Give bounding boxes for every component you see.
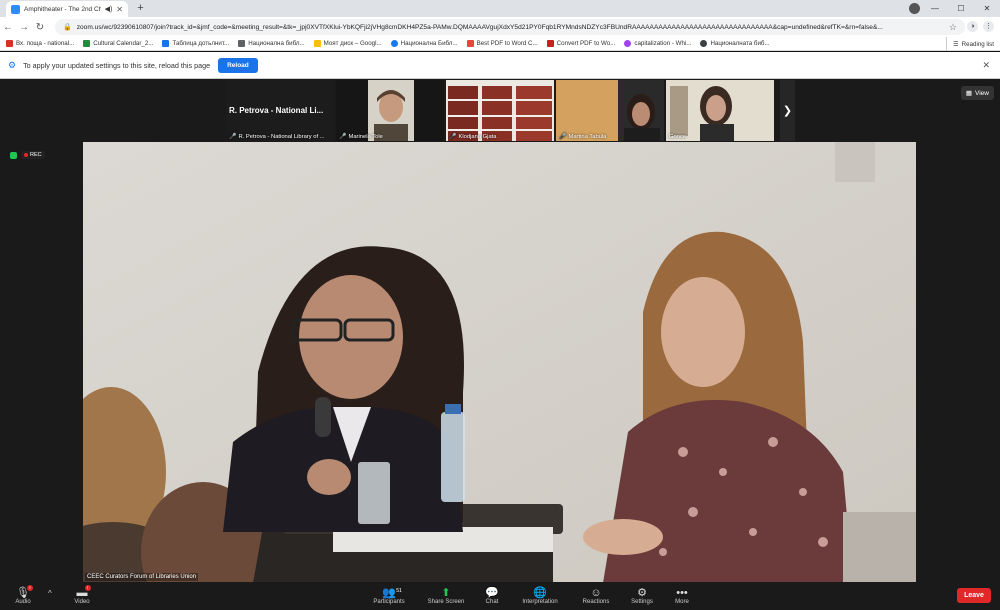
muted-mic-icon: 🎤: [559, 134, 567, 140]
grid-icon: ▦: [965, 90, 973, 97]
next-page-chevron-icon[interactable]: ❯: [780, 80, 795, 141]
audio-button[interactable]: 🎙! Audio: [10, 582, 36, 610]
new-tab-button[interactable]: +: [134, 2, 147, 15]
video-button[interactable]: ▬! Video: [68, 582, 96, 610]
leave-button[interactable]: Leave: [957, 588, 991, 603]
reload-icon[interactable]: ↻: [32, 22, 48, 33]
adobe-icon: [546, 40, 554, 47]
tab-close-icon[interactable]: ✕: [116, 5, 123, 14]
menu-dots-icon[interactable]: ⋮: [983, 21, 994, 32]
audio-options-chevron-icon[interactable]: ^: [48, 589, 52, 598]
share-screen-button[interactable]: ⬆ Share Screen: [424, 582, 468, 610]
more-dots-icon: •••: [676, 587, 688, 599]
participant-thumbnail[interactable]: 🎤 Klodjana Gjata: [446, 80, 554, 141]
bookmark-item[interactable]: Националната биб...: [700, 40, 770, 47]
participant-thumbnail[interactable]: 🎤 Martina Tabula: [556, 80, 664, 141]
bookmarks-bar: Вх. поща - national... Cultural Calendar…: [0, 37, 1000, 51]
browser-window: Amphitheater - The 2nd Cha ◀) ✕ + — ☐ ✕ …: [0, 0, 1000, 610]
bookmark-item[interactable]: Cultural Calendar_2...: [83, 40, 153, 47]
back-icon[interactable]: ←: [0, 22, 16, 33]
minimize-icon[interactable]: —: [922, 0, 948, 17]
dictionary-icon: [624, 40, 632, 47]
participant-thumbnail-strip: R. Petrova - National Li... 🎤 R. Petrova …: [226, 80, 774, 141]
bookmark-item[interactable]: capitalization - Whi...: [624, 40, 691, 47]
bookmark-item[interactable]: Моят диск – Googl...: [313, 40, 382, 47]
encryption-shield-icon[interactable]: [10, 151, 17, 159]
bookmark-item[interactable]: Best PDF to Word C...: [466, 40, 538, 47]
bookmark-item[interactable]: Национална Библ...: [390, 40, 458, 47]
speaker-icon: ◀): [104, 6, 113, 13]
reading-list-button[interactable]: ☰ Reading list: [946, 37, 994, 51]
participants-button[interactable]: 👥 51 Participants: [368, 582, 410, 610]
bookmark-item[interactable]: Таблица дотьлнит...: [162, 40, 229, 47]
window-controls: — ☐ ✕: [922, 0, 1000, 17]
participant-video: [446, 80, 554, 141]
tab-bar: Amphitheater - The 2nd Cha ◀) ✕ + — ☐ ✕: [0, 0, 1000, 17]
reactions-icon: ☺: [590, 587, 602, 599]
forward-icon[interactable]: →: [16, 22, 32, 33]
settings-button[interactable]: ⚙ Settings: [626, 582, 658, 610]
gear-icon: ⚙: [637, 587, 647, 599]
sheets-icon: [83, 40, 91, 47]
url-text: zoom.us/wc/92390610807/join?track_id=&jm…: [76, 23, 883, 31]
video-label: CEEC Curators Forum of Libraries Union: [85, 573, 199, 581]
settings-gear-icon: ⚙: [8, 59, 17, 70]
docs-icon: [162, 40, 170, 47]
bookmark-item[interactable]: Вх. поща - national...: [6, 40, 74, 47]
view-button[interactable]: ▦ View: [960, 86, 994, 100]
globe-icon: [700, 40, 708, 47]
extensions-area: ◑ ⋮: [967, 21, 994, 32]
muted-mic-icon: 🎤: [339, 134, 347, 140]
browser-tab-amphitheater[interactable]: Amphitheater - The 2nd Cha ◀) ✕: [6, 1, 128, 17]
window-close-icon[interactable]: ✕: [974, 0, 1000, 17]
muted-mic-icon: 🎤: [449, 134, 457, 140]
gmail-icon: [6, 40, 13, 47]
chat-button[interactable]: 💬 Chat: [478, 582, 506, 610]
infobar-message: To apply your updated settings to this s…: [23, 60, 211, 70]
reactions-button[interactable]: ☺ Reactions: [578, 582, 614, 610]
muted-mic-icon: 🎤: [229, 134, 237, 140]
share-screen-icon: ⬆: [441, 587, 451, 599]
zoom-favicon-icon: [11, 4, 20, 14]
extension-icon[interactable]: ◑: [967, 21, 978, 32]
participant-video: [666, 80, 774, 141]
browser-toolbar: ← → ↻ 🔒 zoom.us/wc/92390610807/join?trac…: [0, 17, 1000, 37]
participant-video: [368, 80, 414, 141]
drive-icon: [313, 40, 321, 47]
lock-icon: 🔒: [63, 24, 72, 31]
bookmark-item[interactable]: Национална библ...: [238, 40, 305, 47]
page-icon: [238, 40, 246, 47]
camera-icon: ▬!: [77, 585, 91, 599]
maximize-icon[interactable]: ☐: [948, 0, 974, 17]
interpretation-button[interactable]: 🌐 Interpretation: [516, 582, 564, 610]
pdf-icon: [466, 40, 474, 47]
rec-dot-icon: [24, 153, 28, 157]
globe-icon: 🌐: [533, 587, 547, 599]
participant-thumbnail[interactable]: 🎤 Marinela Tole: [336, 80, 444, 141]
facebook-icon: [390, 40, 398, 47]
infobar-close-icon[interactable]: ✕: [982, 60, 990, 71]
participant-thumbnail[interactable]: R. Petrova - National Li... 🎤 R. Petrova …: [226, 80, 334, 141]
recording-indicator: REC: [10, 151, 45, 159]
participants-icon: 👥 51: [382, 587, 402, 599]
tab-title: Amphitheater - The 2nd Cha: [24, 5, 101, 13]
reading-list-icon: ☰: [953, 40, 959, 48]
settings-infobar: ⚙ To apply your updated settings to this…: [0, 52, 1000, 79]
microphone-icon: 🎙!: [16, 585, 33, 599]
main-speaker-video: CEEC Curators Forum of Libraries Union: [83, 142, 916, 583]
bookmark-star-icon[interactable]: ☆: [949, 22, 957, 33]
bookmark-item[interactable]: Convert PDF to Wo...: [546, 40, 615, 47]
zoom-meeting-area: R. Petrova - National Li... 🎤 R. Petrova …: [0, 79, 1000, 583]
more-button[interactable]: ••• More: [668, 582, 696, 610]
participant-thumbnail[interactable]: Gonce: [666, 80, 774, 141]
participant-video: [556, 80, 664, 141]
profile-icon[interactable]: [909, 3, 920, 14]
address-bar[interactable]: 🔒 zoom.us/wc/92390610807/join?track_id=&…: [55, 19, 965, 35]
speaker-video-frame: [83, 142, 916, 583]
zoom-toolbar: 🎙! Audio ^ ▬! Video 👥 51 Participants ⬆ S…: [0, 582, 1000, 610]
chat-icon: 💬: [485, 587, 499, 599]
reload-button[interactable]: Reload: [218, 57, 258, 73]
